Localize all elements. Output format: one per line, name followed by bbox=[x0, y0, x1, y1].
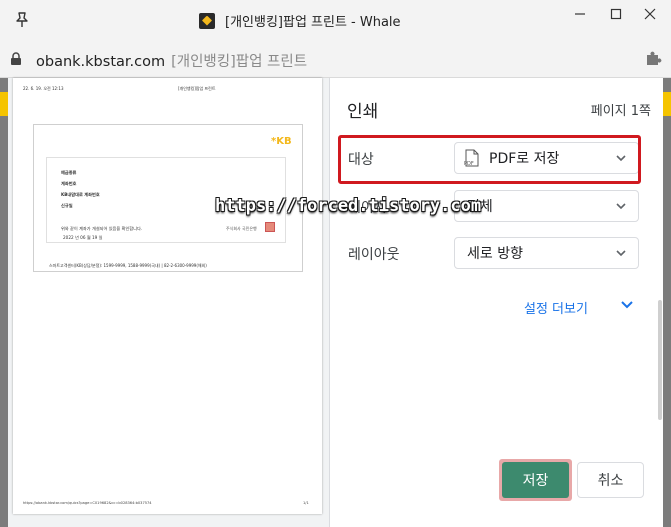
preview-footer-contact: 스마트고객센터(KB(상담/분쟁): 1599-9999, 1588-9999(… bbox=[49, 263, 207, 268]
layout-value: 세로 방향 bbox=[467, 246, 523, 262]
preview-seal-stamp bbox=[265, 222, 275, 232]
lock-icon[interactable] bbox=[10, 52, 22, 66]
kb-logo-icon bbox=[199, 12, 215, 29]
preview-page: 22. 6. 19. 오전 12:13 [개인뱅킹]팝업 프린트 *KB 예금종… bbox=[13, 78, 322, 514]
preview-line: 예금종류 bbox=[61, 170, 77, 175]
minimize-icon bbox=[575, 13, 585, 15]
destination-highlight-box bbox=[338, 135, 641, 184]
preview-bank-name: 주식회사 국민은행 bbox=[226, 226, 257, 231]
preview-line: KB내맘대로 계좌번호 bbox=[61, 192, 100, 197]
print-preview-pane[interactable]: 22. 6. 19. 오전 12:13 [개인뱅킹]팝업 프린트 *KB 예금종… bbox=[8, 78, 330, 527]
pin-icon[interactable] bbox=[12, 10, 32, 30]
close-icon bbox=[644, 8, 656, 20]
layout-select[interactable]: 세로 방향 bbox=[454, 237, 639, 269]
layout-label: 레이아웃 bbox=[348, 247, 400, 263]
pages-select[interactable]: 전체 bbox=[454, 190, 639, 222]
preview-kb-logo: *KB bbox=[271, 136, 292, 147]
url-text[interactable]: obank.kbstar.com [개인뱅킹]팝업 프린트 bbox=[36, 50, 307, 71]
watermark-text: https://forced.tistory.com bbox=[215, 196, 482, 216]
window-title: [개인뱅킹]팝업 프린트 - Whale bbox=[225, 15, 401, 30]
preview-line: 신규일 bbox=[61, 203, 73, 208]
close-button[interactable] bbox=[630, 0, 670, 28]
scrollbar[interactable] bbox=[658, 300, 662, 420]
extension-puzzle-icon[interactable] bbox=[644, 50, 662, 68]
window-title-group: [개인뱅킹]팝업 프린트 - Whale bbox=[199, 11, 401, 30]
cancel-button[interactable]: 취소 bbox=[577, 462, 644, 498]
url-host: obank.kbstar.com bbox=[36, 54, 166, 70]
preview-header-title: [개인뱅킹]팝업 프린트 bbox=[178, 86, 216, 91]
preview-body-date: 2022 년 06 월 19 일 bbox=[63, 235, 103, 240]
maximize-icon bbox=[610, 8, 622, 20]
save-button[interactable]: 저장 bbox=[502, 462, 569, 498]
preview-page-number: 1/1 bbox=[303, 501, 309, 505]
title-bar: [개인뱅킹]팝업 프린트 - Whale bbox=[0, 0, 671, 40]
chevron-down-icon bbox=[616, 203, 626, 210]
url-page-title: [개인뱅킹]팝업 프린트 bbox=[171, 54, 308, 70]
print-title: 인쇄 bbox=[347, 102, 379, 122]
page-header-strip-right bbox=[663, 92, 671, 116]
preview-body-line: 위와 같이 계좌가 개설되어 있음을 확인합니다. bbox=[61, 226, 143, 231]
preview-footer-url: https://obank.kbstar.com/quics?page=C019… bbox=[23, 501, 152, 505]
address-bar[interactable]: obank.kbstar.com [개인뱅킹]팝업 프린트 bbox=[0, 40, 671, 78]
chevron-down-icon bbox=[616, 250, 626, 257]
preview-header-date: 22. 6. 19. 오전 12:13 bbox=[23, 86, 64, 91]
more-settings-link[interactable]: 설정 더보기 bbox=[524, 298, 588, 317]
expand-chevron-icon[interactable] bbox=[621, 300, 633, 310]
preview-line: 계좌번호 bbox=[61, 181, 77, 186]
page-count: 페이지 1쪽 bbox=[590, 104, 651, 119]
minimize-button[interactable] bbox=[560, 0, 600, 28]
page-header-strip-left bbox=[0, 92, 8, 116]
